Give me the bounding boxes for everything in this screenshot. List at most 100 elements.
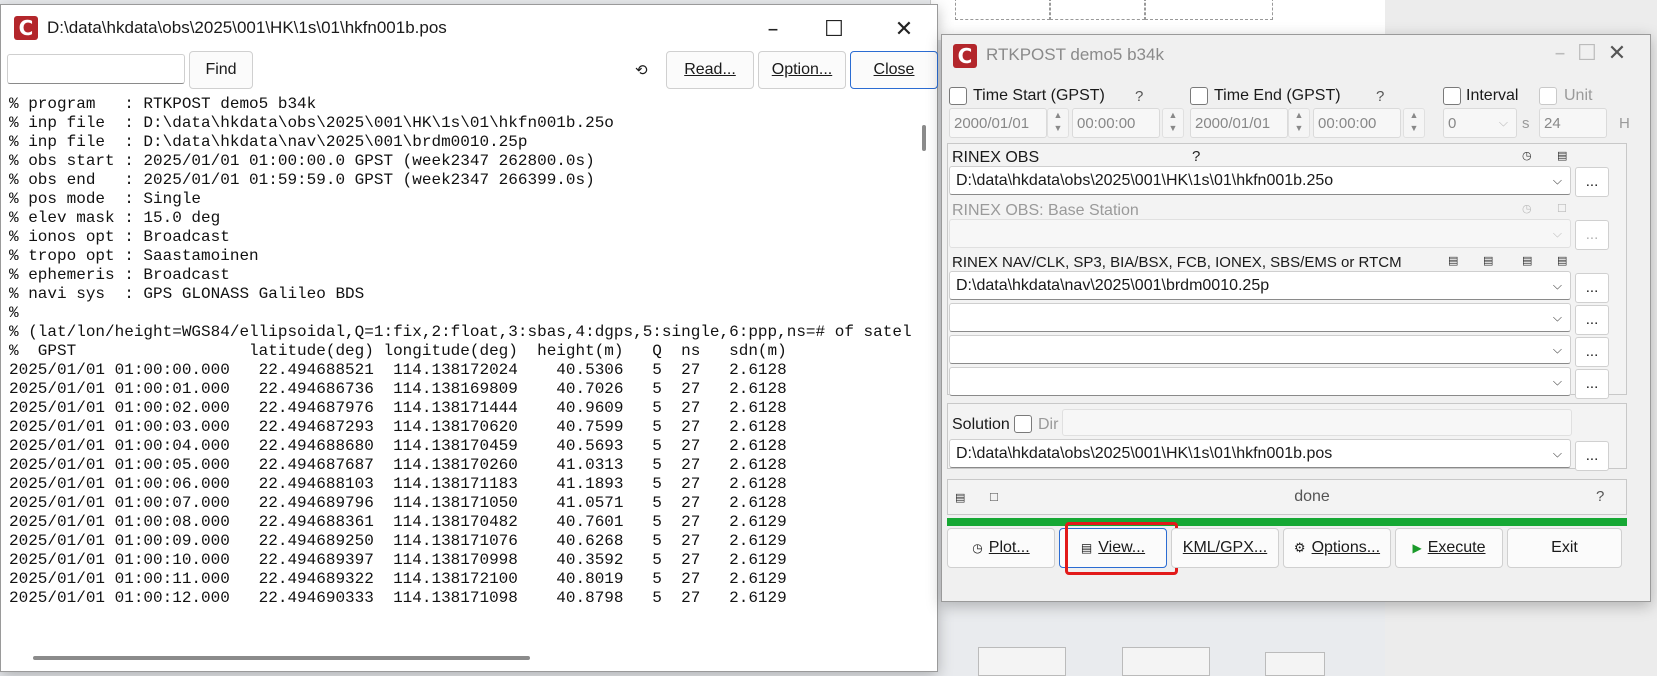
unit-checkbox xyxy=(1539,87,1557,105)
close-icon[interactable]: ✕ xyxy=(884,13,924,47)
base-station-browse-button: ... xyxy=(1575,220,1609,250)
option-button-label: Option... xyxy=(771,61,833,78)
view-file-icon[interactable]: ▤ xyxy=(955,491,965,504)
view-file-icon[interactable]: ▤ xyxy=(1448,254,1458,267)
progress-fill xyxy=(947,518,1627,526)
solution-browse-button[interactable]: ... xyxy=(1575,441,1609,471)
chevron-down-icon: ⌵ xyxy=(1552,374,1562,388)
interval-unit: s xyxy=(1522,115,1530,132)
nav-file-combo-1[interactable]: D:\data\hkdata\nav\2025\001\brdm0010.25p… xyxy=(949,271,1571,300)
nav-file-combo-2[interactable]: ⌵ xyxy=(949,303,1571,332)
time-end-date: 2000/01/01 xyxy=(1190,108,1288,138)
chevron-down-icon: ⌵ xyxy=(1552,446,1562,460)
horizontal-scroll-thumb[interactable] xyxy=(33,656,530,660)
option-button[interactable]: Option... xyxy=(758,51,846,89)
find-input[interactable] xyxy=(7,54,185,84)
close-icon[interactable]: ✕ xyxy=(1597,37,1637,71)
app-logo-icon: C xyxy=(14,16,38,40)
highlight-box xyxy=(1065,522,1178,575)
rinex-obs-value: D:\data\hkdata\obs\2025\001\HK\1s\01\hkf… xyxy=(956,171,1334,189)
rinex-obs-browse-button[interactable]: ... xyxy=(1575,167,1609,197)
unit-value: 24 xyxy=(1539,108,1607,138)
horizontal-scrollbar[interactable] xyxy=(5,645,937,671)
solution-value: D:\data\hkdata\obs\2025\001\HK\1s\01\hkf… xyxy=(956,444,1333,462)
taskbar-thumbnail[interactable] xyxy=(978,647,1066,676)
text-viewer-window: C D:\data\hkdata\obs\2025\001\HK\1s\01\h… xyxy=(0,4,938,672)
kml-gpx-button-label: KML/GPX... xyxy=(1182,539,1268,556)
close-button-label: Close xyxy=(873,61,915,78)
text-content-area[interactable]: % program : RTKPOST demo5 b34k % inp fil… xyxy=(5,95,911,645)
chevron-down-icon: ⌵ xyxy=(1552,226,1562,240)
unit-label: Unit xyxy=(1564,87,1593,104)
view-file-icon[interactable]: ▤ xyxy=(1522,254,1532,267)
exit-button-label: Exit xyxy=(1551,539,1578,556)
rinex-obs-help[interactable]: ? xyxy=(1192,148,1200,165)
view-file-icon[interactable]: ▤ xyxy=(1483,254,1493,267)
time-start-checkbox[interactable] xyxy=(949,87,967,105)
nav-file-browse-4[interactable]: ... xyxy=(1575,369,1609,399)
read-button[interactable]: Read... xyxy=(666,51,754,89)
chevron-down-icon: ⌵ xyxy=(1552,278,1562,292)
plot-button[interactable]: ◷ Plot... xyxy=(947,528,1055,568)
base-station-combo: ⌵ xyxy=(949,219,1571,248)
kml-gpx-button[interactable]: KML/GPX... xyxy=(1171,528,1279,568)
maximize-icon[interactable]: ☐ xyxy=(814,13,854,47)
dir-checkbox[interactable] xyxy=(1014,415,1032,433)
view-file-icon: ☐ xyxy=(1557,202,1567,215)
gear-icon: ⚙ xyxy=(1293,540,1306,555)
rtkpost-title: RTKPOST demo5 b34k xyxy=(986,45,1164,64)
rinex-obs-combo[interactable]: D:\data\hkdata\obs\2025\001\HK\1s\01\hkf… xyxy=(949,166,1571,195)
nav-file-browse-3[interactable]: ... xyxy=(1575,337,1609,367)
base-station-label: RINEX OBS: Base Station xyxy=(952,202,1139,219)
nav-file-combo-3[interactable]: ⌵ xyxy=(949,335,1571,364)
dir-label: Dir xyxy=(1038,416,1059,433)
find-button[interactable]: Find xyxy=(189,51,253,89)
chevron-down-icon: ⌵ xyxy=(1552,342,1562,356)
progress-bar xyxy=(947,518,1627,526)
interval-value: 0 xyxy=(1448,114,1457,132)
chevron-down-icon: ⌵ xyxy=(1498,115,1508,130)
read-button-label: Read... xyxy=(684,61,736,78)
time-start-time: 00:00:00 xyxy=(1072,108,1160,138)
taskbar-thumbnail[interactable] xyxy=(1265,652,1325,676)
time-end-time: 00:00:00 xyxy=(1313,108,1401,138)
time-start-label: Time Start (GPST) xyxy=(973,87,1105,104)
play-icon: ▶ xyxy=(1412,541,1422,555)
minimize-icon[interactable]: – xyxy=(753,13,793,47)
options-button[interactable]: ⚙ Options... xyxy=(1283,528,1391,568)
time-end-time-spinner: ▲ ▼ xyxy=(1403,108,1425,138)
view-file-icon[interactable]: ▤ xyxy=(1557,149,1567,162)
nav-file-browse-2[interactable]: ... xyxy=(1575,305,1609,335)
execute-button[interactable]: ▶ Execute xyxy=(1395,528,1503,568)
time-start-date-spinner: ▲ ▼ xyxy=(1047,108,1069,138)
nav-file-browse-1[interactable]: ... xyxy=(1575,273,1609,303)
interval-checkbox[interactable] xyxy=(1443,87,1461,105)
time-start-help[interactable]: ? xyxy=(1135,88,1143,105)
plot-button-label: Plot... xyxy=(988,539,1030,556)
interval-label: Interval xyxy=(1466,87,1519,104)
view-file-icon[interactable]: ☐ xyxy=(989,491,999,504)
view-file-icon[interactable]: ▤ xyxy=(1557,254,1567,267)
nav-file-combo-4[interactable]: ⌵ xyxy=(949,367,1571,396)
nav-file-value-1: D:\data\hkdata\nav\2025\001\brdm0010.25p xyxy=(956,276,1270,294)
plot-icon[interactable]: ◷ xyxy=(1522,149,1532,162)
nav-files-label: RINEX NAV/CLK, SP3, BIA/BSX, FCB, IONEX,… xyxy=(952,254,1402,271)
plot-icon: ◷ xyxy=(972,541,983,555)
exit-button[interactable]: Exit xyxy=(1507,528,1622,568)
refresh-icon[interactable]: ⟲ xyxy=(635,61,648,79)
solution-combo[interactable]: D:\data\hkdata\obs\2025\001\HK\1s\01\hkf… xyxy=(949,439,1571,468)
file-content: % program : RTKPOST demo5 b34k % inp fil… xyxy=(9,95,911,607)
taskbar-thumbnail[interactable] xyxy=(1122,647,1210,676)
close-button[interactable]: Close xyxy=(850,51,938,89)
vertical-scrollbar[interactable] xyxy=(911,95,937,645)
status-help[interactable]: ? xyxy=(1596,488,1604,505)
chevron-down-icon: ⌵ xyxy=(1552,173,1562,187)
plot-icon: ◷ xyxy=(1522,202,1532,215)
time-start-time-spinner: ▲ ▼ xyxy=(1162,108,1184,138)
rtkpost-logo-icon: C xyxy=(953,44,977,68)
time-end-help[interactable]: ? xyxy=(1376,88,1384,105)
rtkpost-window: C RTKPOST demo5 b34k – ☐ ✕ Time Start (G… xyxy=(941,34,1651,602)
vertical-scroll-thumb[interactable] xyxy=(922,125,926,151)
time-end-checkbox[interactable] xyxy=(1190,87,1208,105)
execute-button-label: Execute xyxy=(1427,539,1486,556)
